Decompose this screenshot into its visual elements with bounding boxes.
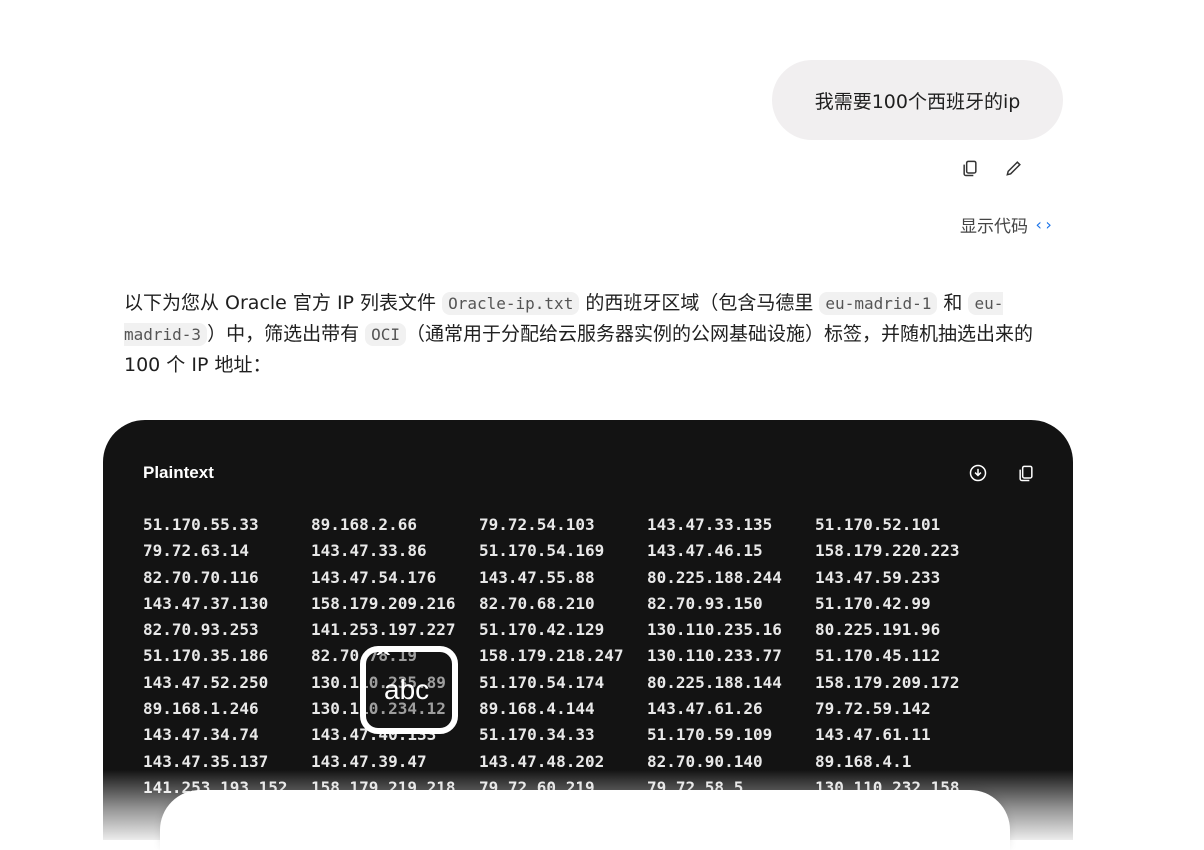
response-text-4: ）中，筛选出带有 — [207, 323, 366, 345]
overlay-abc-text: abc — [384, 674, 430, 705]
code-line: 82.70.93.253 141.253.197.227 51.170.42.129… — [143, 617, 983, 643]
ip-address: 79.72.63.14 — [143, 541, 249, 561]
inline-code-filename: Oracle-ip.txt — [442, 292, 580, 315]
ip-address: 51.170.42.99 — [815, 593, 931, 613]
download-icon — [969, 464, 987, 482]
ip-address: 51.170.35.186 — [143, 646, 269, 666]
user-message-text: 我需要100个西班牙的ip — [814, 90, 1021, 113]
copy-code-button[interactable] — [1009, 458, 1043, 488]
code-line: 143.47.35.137 143.47.39.47 143.47.48.202 82… — [143, 749, 983, 775]
copy-message-button[interactable] — [951, 152, 989, 184]
ip-address: 51.170.42.129 — [479, 620, 605, 640]
ip-address: 89.168.4.144 — [479, 699, 595, 719]
ip-address: 80.225.191.96 — [815, 620, 941, 640]
ip-address: 143.47.34.74 — [143, 725, 259, 745]
ip-address: 141.253.197.227 — [311, 620, 456, 640]
code-chevron-icon: ‹› — [1034, 215, 1054, 234]
ip-address: 82.70.93.150 — [647, 593, 763, 613]
ip-address: 51.170.55.33 — [143, 515, 259, 534]
edit-icon — [1006, 161, 1021, 176]
ip-address: 80.225.188.244 — [647, 567, 782, 587]
ip-address: 158.179.209.172 — [815, 672, 960, 692]
code-language-label: Plaintext — [143, 463, 214, 482]
ip-address: 143.47.59.233 — [815, 567, 941, 587]
ip-address: 143.47.33.86 — [311, 541, 427, 561]
ip-address: 143.47.48.202 — [479, 751, 605, 771]
code-block: Plaintext 51.170.55.33 89.168.2.66 79.72.5… — [103, 420, 1073, 840]
copy-icon — [1019, 465, 1033, 482]
ip-address: 51.170.52.101 — [815, 515, 941, 534]
copy-icon — [963, 160, 977, 177]
code-block-actions — [961, 458, 1043, 488]
message-actions — [951, 152, 1033, 184]
ip-address: 51.170.59.109 — [647, 725, 773, 745]
assistant-response: 以下为您从 Oracle 官方 IP 列表文件 Oracle-ip.txt 的西… — [124, 288, 1064, 380]
ip-address: 143.47.46.15 — [647, 541, 763, 561]
code-content: 51.170.55.33 89.168.2.66 79.72.54.103 143.4… — [143, 512, 983, 801]
ip-address: 79.72.54.103 — [479, 515, 595, 534]
code-line: 143.47.52.250 130.110.235.89 51.170.54.174… — [143, 670, 983, 696]
show-code-button[interactable]: 显示代码 ‹› — [960, 212, 1053, 237]
code-line: 143.47.34.74 143.47.40.133 51.170.34.33 51.… — [143, 722, 983, 748]
code-line: 89.168.1.246 130.110.234.12 89.168.4.144 14… — [143, 696, 983, 722]
ip-address: 143.47.39.47 — [311, 751, 427, 771]
code-block-header: Plaintext — [143, 458, 1043, 488]
ip-address: 51.170.45.112 — [815, 646, 941, 666]
ip-address: 158.179.209.216 — [311, 593, 456, 613]
ip-address: 51.170.54.174 — [479, 672, 605, 692]
ip-address: 143.47.61.26 — [647, 699, 763, 719]
ip-address: 89.168.4.1 — [815, 751, 912, 771]
response-text-2: 的西班牙区域（包含马德里 — [579, 292, 820, 314]
ip-address: 143.47.54.176 — [311, 567, 437, 587]
ip-address: 143.47.35.137 — [143, 751, 269, 771]
response-text-1: 以下为您从 Oracle 官方 IP 列表文件 — [124, 292, 443, 314]
ip-address: 143.47.37.130 — [143, 593, 269, 613]
ip-address: 51.170.34.33 — [479, 725, 595, 745]
code-line: 143.47.37.130 158.179.209.216 82.70.68.210… — [143, 591, 983, 617]
code-line: 79.72.63.14 143.47.33.86 51.170.54.169 143.… — [143, 538, 983, 564]
ip-address: 143.47.55.88 — [479, 567, 595, 587]
response-text-3: 和 — [937, 292, 969, 314]
ip-address: 130.110.235.16 — [647, 620, 782, 640]
input-panel-edge — [160, 790, 1010, 850]
ip-address: 82.70.90.140 — [647, 751, 763, 771]
ip-address: 143.47.61.11 — [815, 725, 931, 745]
ip-address: 143.47.52.250 — [143, 672, 269, 692]
ip-address: 89.168.1.246 — [143, 699, 259, 719]
ip-address: 79.72.59.142 — [815, 699, 931, 719]
inline-code-region-1: eu-madrid-1 — [819, 292, 938, 315]
ip-address: 143.47.33.135 — [647, 515, 773, 534]
download-code-button[interactable] — [961, 458, 995, 488]
ip-address: 158.179.218.247 — [479, 646, 624, 666]
ip-address: 82.70.68.210 — [479, 593, 595, 613]
edit-message-button[interactable] — [995, 152, 1033, 184]
ip-address: 82.70.70.116 — [143, 567, 259, 587]
inline-code-tag: OCI — [365, 323, 407, 346]
ip-address: 89.168.2.66 — [311, 515, 417, 534]
code-line: 51.170.55.33 89.168.2.66 79.72.54.103 143.4… — [143, 512, 983, 538]
ip-address: 51.170.54.169 — [479, 541, 605, 561]
overlay-caret: ^ — [374, 646, 393, 671]
user-message-bubble: 我需要100个西班牙的ip — [772, 60, 1063, 140]
ip-address: 80.225.188.144 — [647, 672, 782, 692]
code-line: 51.170.35.186 82.70.78.19 158.179.218.247 1… — [143, 643, 983, 669]
ip-address: 158.179.220.223 — [815, 541, 960, 561]
keyboard-abc-icon[interactable]: ^ abc — [360, 646, 458, 734]
ip-address: 130.110.233.77 — [647, 646, 782, 666]
ip-address: 82.70.93.253 — [143, 620, 259, 640]
show-code-label: 显示代码 — [960, 217, 1028, 237]
code-line: 82.70.70.116 143.47.54.176 143.47.55.88 80.… — [143, 565, 983, 591]
